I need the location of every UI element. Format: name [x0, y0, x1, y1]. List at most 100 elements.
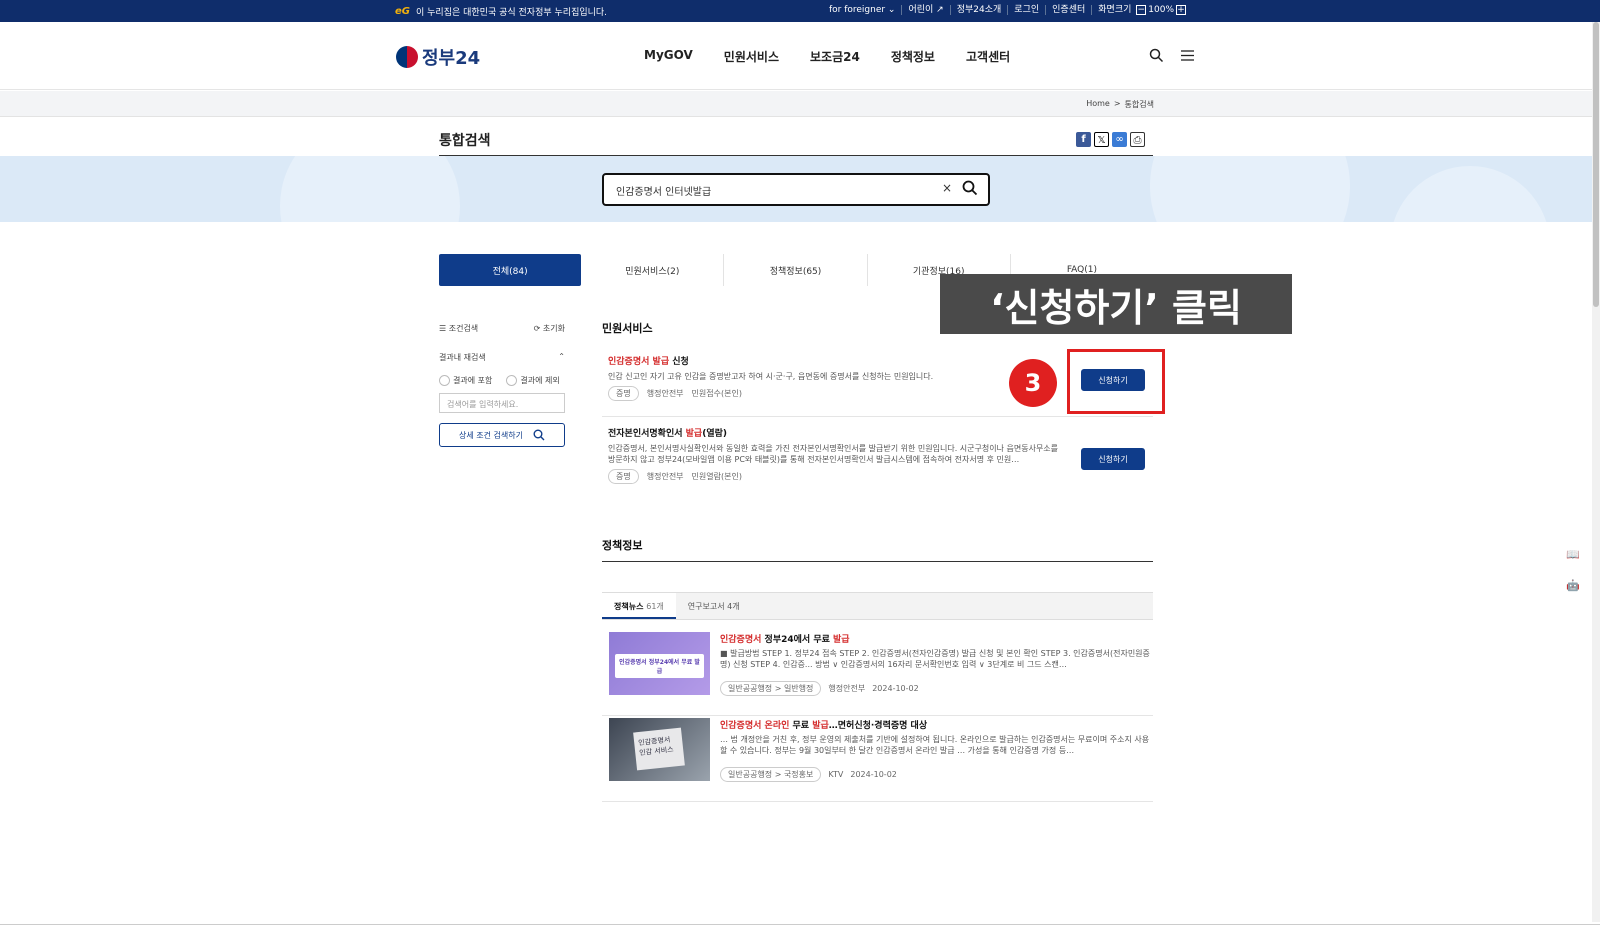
service-item: 전자본인서명확인서 발급(열람) 인감증명서, 본인서명사실확인서와 동일한 효…	[602, 426, 1153, 484]
highlight-box	[1067, 349, 1165, 414]
search-input[interactable]	[616, 181, 916, 199]
news-title[interactable]: 인감증명서 온라인 무료 발급…면허신청·경력증명 대상	[720, 718, 927, 731]
news-category: 일반공공행정 > 일반행정	[720, 681, 822, 696]
news-body: … 법 개정안을 거친 후, 정부 운영의 제출처를 기반에 설정하여 됩니다.…	[720, 735, 1150, 755]
search-icon[interactable]	[1149, 48, 1164, 63]
site-logo[interactable]: 정부24	[396, 44, 480, 70]
policy-divider	[602, 561, 1153, 562]
chevron-up-icon: ⌃	[558, 352, 565, 361]
exclude-label: 결과에 제외	[520, 376, 560, 385]
service-meta: 증명 행정안전부 민원열람(본인)	[602, 469, 1153, 484]
gov-notice: eG 이 누리집은 대한민국 공식 전자정부 누리집입니다.	[395, 5, 607, 18]
breadcrumb-home[interactable]: Home	[1086, 99, 1110, 110]
share-buttons: f 𝕏 ∞ ⎙	[1076, 132, 1145, 147]
subtab-news[interactable]: 정책뉴스 61개	[602, 593, 676, 619]
news-title-highlight: 인감증명서	[720, 635, 762, 645]
zoom-out-button[interactable]: −	[1136, 5, 1147, 15]
facebook-icon[interactable]: f	[1076, 132, 1091, 147]
news-title-highlight: 발급	[833, 635, 850, 645]
nav-mygov[interactable]: MyGOV	[644, 48, 693, 65]
link-cert[interactable]: 인증센터	[1046, 5, 1093, 15]
news-body: ■ 발급방법 STEP 1. 정부24 접속 STEP 2. 인감증명서(전자인…	[720, 649, 1150, 669]
nav-civil-service[interactable]: 민원서비스	[724, 48, 779, 65]
service-receipt: 민원접수(본인)	[691, 389, 742, 398]
news-source: KTV	[828, 770, 844, 779]
zoom-in-button[interactable]: +	[1176, 5, 1186, 15]
breadcrumb-bar: Home > 통합검색	[0, 91, 1600, 117]
news-thumbnail[interactable]: 인감증명서 인감 서비스	[609, 718, 710, 781]
tab-policy[interactable]: 정책정보(65)	[724, 254, 868, 286]
news-title[interactable]: 인감증명서 정부24에서 무료 발급	[720, 632, 850, 645]
main-nav: MyGOV 민원서비스 보조금24 정책정보 고객센터	[644, 48, 1010, 65]
page-title: 통합검색	[439, 133, 491, 149]
detail-search-button[interactable]: 상세 조건 검색하기	[439, 423, 565, 447]
nav-customer-center[interactable]: 고객센터	[966, 48, 1010, 65]
logo-text: 정부24	[422, 48, 481, 69]
news-thumbnail[interactable]: 인감증명서 정부24에서 무료 발급	[609, 632, 710, 695]
eg-logo-icon: eG	[395, 6, 410, 17]
refine-label: 결과내 재검색	[439, 353, 486, 362]
search-icon	[533, 429, 545, 441]
assistant-icon[interactable]: 🤖	[1566, 579, 1580, 592]
service-receipt: 민원열람(본인)	[691, 472, 742, 481]
nav-policy[interactable]: 정책정보	[891, 48, 935, 65]
search-box: ×	[602, 173, 990, 206]
refine-options: 결과에 포함 결과에 제외	[439, 375, 565, 386]
news-date: 2024-10-02	[872, 684, 919, 693]
news-title-mid: 무료	[789, 721, 813, 731]
radio-exclude[interactable]: 결과에 제외	[506, 375, 560, 386]
service-tag: 증명	[608, 386, 639, 401]
search-icon[interactable]	[962, 180, 978, 196]
apply-button[interactable]: 신청하기	[1081, 448, 1145, 470]
header-icons	[1149, 48, 1195, 63]
news-source: 행정안전부	[828, 684, 866, 693]
include-label: 결과에 포함	[453, 376, 493, 385]
reset-label: 초기화	[542, 323, 565, 333]
section-title-policy: 정책정보	[602, 539, 643, 552]
gov-notice-text: 이 누리집은 대한민국 공식 전자정부 누리집입니다.	[416, 8, 608, 18]
news-meta: 일반공공행정 > 일반행정 행정안전부 2024-10-02	[720, 681, 919, 696]
filter-sidebar: ☰ 조건검색 ⟳ 초기화 결과내 재검색 ⌃ 결과에 포함 결과에 제외 검색어…	[439, 318, 565, 447]
refine-input[interactable]: 검색어를 입력하세요.	[439, 393, 565, 413]
step-badge: 3	[1009, 359, 1057, 407]
link-kids[interactable]: 어린이 ↗	[902, 5, 951, 15]
link-copy-icon[interactable]: ∞	[1112, 132, 1127, 147]
refine-header[interactable]: 결과내 재검색 ⌃	[439, 352, 565, 363]
band-decor	[1150, 156, 1350, 222]
subtab-label: 정책뉴스	[614, 602, 644, 611]
hamburger-icon[interactable]	[1180, 48, 1195, 63]
service-name-rest: 신청	[669, 357, 689, 367]
service-name-highlight: 발급	[685, 429, 703, 439]
subtab-reports[interactable]: 연구보고서 4개	[676, 593, 752, 619]
breadcrumb: Home > 통합검색	[1086, 99, 1154, 110]
scrollbar-thumb[interactable]	[1593, 22, 1599, 307]
book-icon[interactable]: 📖	[1566, 548, 1580, 561]
floating-side-icons: 📖 🤖	[1566, 548, 1580, 592]
filter-header: ☰ 조건검색 ⟳ 초기화	[439, 318, 565, 338]
instruction-callout: ‘신청하기’ 클릭	[940, 274, 1292, 334]
reset-button[interactable]: ⟳ 초기화	[534, 323, 565, 334]
service-tag: 증명	[608, 469, 639, 484]
utility-links: for foreigner ⌄ 어린이 ↗ 정부24소개 로그인 인증센터 화면…	[823, 5, 1194, 15]
band-decor	[280, 156, 460, 222]
vertical-scrollbar[interactable]	[1592, 22, 1600, 922]
tab-all[interactable]: 전체(84)	[439, 254, 582, 286]
condition-search: ☰ 조건검색	[439, 323, 478, 334]
link-about[interactable]: 정부24소개	[951, 5, 1009, 15]
radio-include[interactable]: 결과에 포함	[439, 375, 492, 386]
service-name[interactable]: 전자본인서명확인서 발급(열람)	[602, 426, 1153, 439]
x-twitter-icon[interactable]: 𝕏	[1094, 132, 1109, 147]
radio-circle	[506, 375, 518, 386]
service-name-pre: 전자본인서명확인서	[608, 429, 686, 439]
link-foreigner[interactable]: for foreigner ⌄	[823, 5, 903, 15]
link-login[interactable]: 로그인	[1008, 5, 1047, 15]
tab-civil-service[interactable]: 민원서비스(2)	[581, 254, 725, 286]
nav-subsidy[interactable]: 보조금24	[810, 48, 860, 65]
gov-notice-bar: eG 이 누리집은 대한민국 공식 전자정부 누리집입니다. for forei…	[0, 0, 1600, 22]
print-icon[interactable]: ⎙	[1130, 132, 1145, 147]
clear-search-button[interactable]: ×	[942, 181, 952, 195]
news-category: 일반공공행정 > 국정홍보	[720, 767, 822, 782]
detail-search-label: 상세 조건 검색하기	[459, 430, 523, 440]
condition-label: 조건검색	[448, 323, 479, 333]
service-name-highlight: 인감증명서 발급	[608, 357, 670, 367]
